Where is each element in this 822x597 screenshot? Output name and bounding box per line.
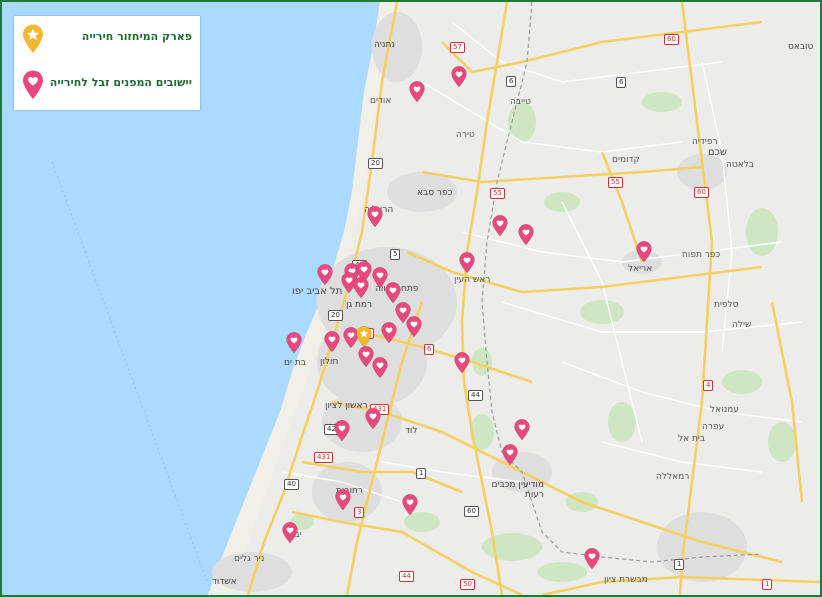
settlement-pin[interactable] — [406, 316, 422, 338]
settlement-pin[interactable] — [409, 81, 425, 103]
settlement-pin[interactable] — [353, 277, 369, 299]
settlement-pin[interactable] — [343, 327, 359, 349]
settlement-pin[interactable] — [282, 522, 298, 544]
heart-pin-icon — [23, 70, 43, 99]
settlement-pin[interactable] — [381, 322, 397, 344]
settlement-pin[interactable] — [372, 267, 388, 289]
settlement-pin[interactable] — [584, 548, 600, 570]
settlement-pin[interactable] — [358, 346, 374, 368]
settlement-pin[interactable] — [317, 264, 333, 286]
settlement-pin[interactable] — [402, 494, 418, 516]
legend-item-settlements: יישובים המפנים זבל לחירייה — [50, 76, 192, 89]
settlement-pin[interactable] — [459, 252, 475, 274]
settlement-pin[interactable] — [372, 357, 388, 379]
settlement-pin[interactable] — [385, 282, 401, 304]
settlement-pin[interactable] — [324, 331, 340, 353]
legend-recycling-label: פארק המיחזור חירייה — [81, 30, 192, 43]
map-frame: נתניה טובאס אודים טייבה טירה קדומים רפיד… — [0, 0, 822, 597]
settlement-pin[interactable] — [451, 66, 467, 88]
legend-settlements-label: יישובים המפנים זבל לחירייה — [49, 76, 192, 89]
recycling-park-pin[interactable] — [356, 326, 372, 348]
settlement-pin[interactable] — [514, 419, 530, 441]
star-pin-icon — [23, 24, 43, 53]
settlement-pin[interactable] — [367, 206, 383, 228]
settlement-pin[interactable] — [454, 352, 470, 374]
map-legend: פארק המיחזור חירייה יישובים המפנים זבל ל… — [14, 16, 200, 110]
settlement-pin[interactable] — [636, 241, 652, 263]
settlement-pin[interactable] — [365, 408, 381, 430]
settlement-pin[interactable] — [334, 420, 350, 442]
settlement-pin[interactable] — [286, 332, 302, 354]
settlement-pin[interactable] — [518, 224, 534, 246]
settlement-pin[interactable] — [492, 215, 508, 237]
settlement-pin[interactable] — [335, 489, 351, 511]
legend-item-recycling: פארק המיחזור חירייה — [82, 30, 192, 43]
settlement-pin[interactable] — [502, 444, 518, 466]
